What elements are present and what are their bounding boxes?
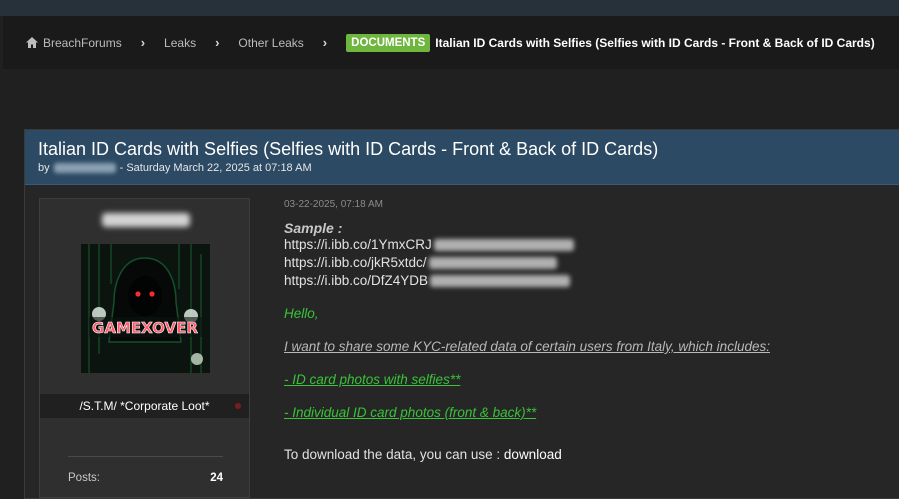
sample-link-text[interactable]: https://i.ibb.co/1YmxCRJ bbox=[284, 236, 432, 254]
breadcrumb-home[interactable]: BreachForums bbox=[25, 36, 122, 50]
home-icon bbox=[26, 37, 38, 48]
download-link[interactable]: download bbox=[504, 447, 562, 462]
list-item-id-photos: - Individual ID card photos (front & bac… bbox=[284, 405, 537, 420]
avatar[interactable]: GAMEXOVER bbox=[81, 244, 210, 373]
stats-divider bbox=[68, 456, 223, 457]
link-suffix-redacted bbox=[428, 257, 557, 269]
sample-link-text[interactable]: https://i.ibb.co/DfZ4YDB bbox=[284, 272, 428, 290]
thread-header: Italian ID Cards with Selfies (Selfies w… bbox=[25, 130, 899, 185]
thread-meta: by - Saturday March 22, 2025 at 07:18 AM bbox=[38, 162, 312, 174]
link-suffix-redacted bbox=[433, 239, 574, 251]
user-title-row: /S.T.M/ *Corporate Loot* bbox=[40, 394, 249, 418]
breadcrumb-home-label[interactable]: BreachForums bbox=[43, 36, 122, 50]
sample-link-text[interactable]: https://i.ibb.co/jkR5xtdc/ bbox=[284, 254, 427, 272]
sample-link-1[interactable]: https://i.ibb.co/1YmxCRJ bbox=[284, 236, 884, 254]
user-title: /S.T.M/ *Corporate Loot* bbox=[79, 399, 210, 413]
chevron-right-icon: › bbox=[322, 35, 328, 50]
thread-title: Italian ID Cards with Selfies (Selfies w… bbox=[38, 139, 659, 159]
sample-link-3[interactable]: https://i.ibb.co/DfZ4YDB bbox=[284, 272, 884, 290]
chevron-right-icon: › bbox=[140, 35, 146, 50]
by-label: by bbox=[38, 162, 50, 174]
post-body: Sample : https://i.ibb.co/1YmxCRJ https:… bbox=[284, 220, 884, 462]
sample-link-2[interactable]: https://i.ibb.co/jkR5xtdc/ bbox=[284, 254, 884, 272]
breadcrumb-item-leaks[interactable]: Leaks bbox=[164, 36, 196, 50]
avatar-logo-text: GAMEXOVER bbox=[92, 319, 198, 337]
documents-tag[interactable]: DOCUMENTS bbox=[346, 33, 431, 52]
post-date: 03-22-2025, 07:18 AM bbox=[284, 199, 383, 210]
download-text: To download the data, you can use : bbox=[284, 447, 501, 462]
author-name-redacted[interactable] bbox=[53, 163, 116, 173]
avatar-image: GAMEXOVER bbox=[81, 244, 210, 373]
breadcrumb-item-other-leaks[interactable]: Other Leaks bbox=[238, 36, 303, 50]
top-strip bbox=[0, 0, 899, 16]
intro-text: I want to share some KYC-related data of… bbox=[284, 339, 770, 354]
stat-label: Posts: bbox=[68, 472, 100, 484]
sample-label: Sample : bbox=[284, 220, 343, 236]
download-line: To download the data, you can use : down… bbox=[284, 447, 884, 462]
list-item-selfies: - ID card photos with selfies** bbox=[284, 372, 461, 387]
stat-posts: Posts: 24 bbox=[68, 472, 223, 484]
thread-date: - Saturday March 22, 2025 at 07:18 AM bbox=[119, 162, 312, 174]
chevron-right-icon: › bbox=[215, 35, 220, 50]
breadcrumb-current: Italian ID Cards with Selfies (Selfies w… bbox=[435, 35, 875, 50]
status-dot-icon bbox=[235, 403, 241, 409]
stat-value: 24 bbox=[210, 472, 223, 484]
link-suffix-redacted bbox=[430, 275, 571, 287]
greeting-text: Hello, bbox=[284, 306, 319, 321]
user-profile-box: GAMEXOVER /S.T.M/ *Corporate Loot* Posts… bbox=[39, 198, 250, 498]
username-redacted[interactable] bbox=[102, 213, 190, 227]
breadcrumb: BreachForums › Leaks › Other Leaks › DOC… bbox=[3, 16, 899, 69]
